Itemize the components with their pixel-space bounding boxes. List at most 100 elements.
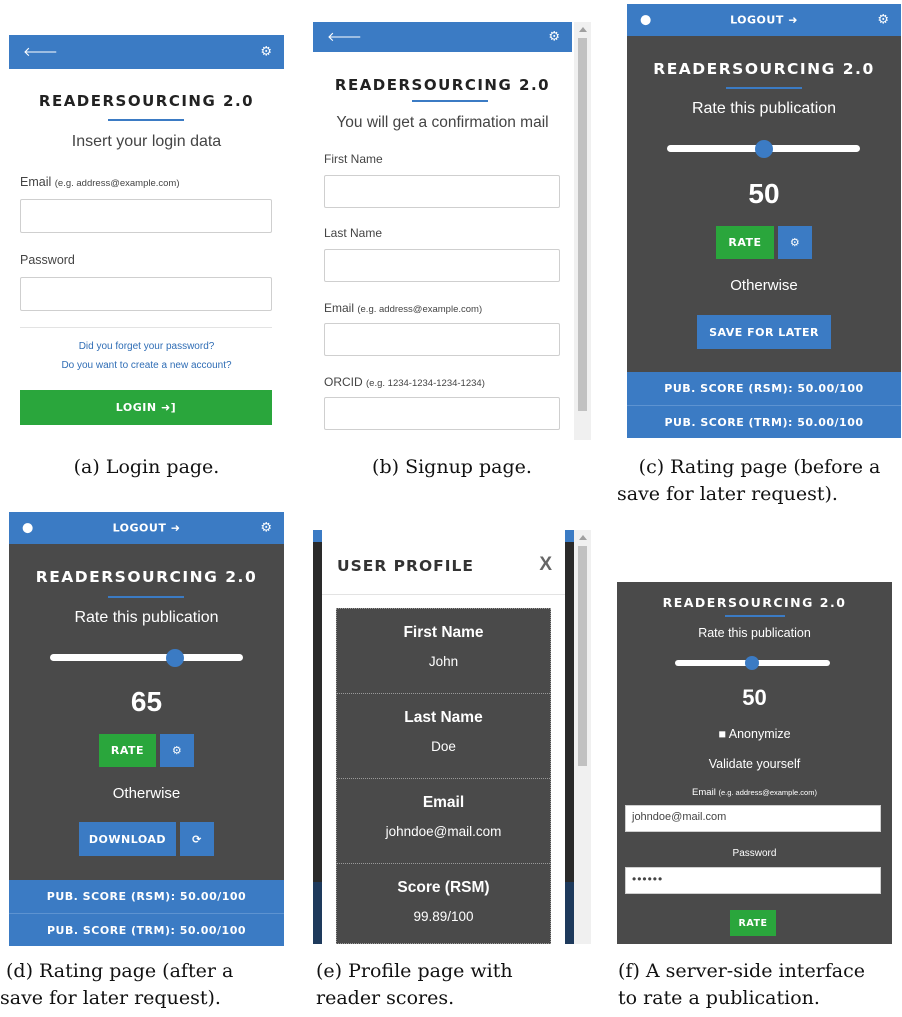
rating-slider-handle[interactable]	[755, 140, 773, 158]
divider	[20, 327, 272, 328]
signup-panel: 🡐 ⚙ READERSOURCING 2.0 You will get a co…	[313, 22, 591, 440]
profile-row-email: Email johndoe@mail.com	[337, 779, 550, 864]
refresh-icon: ⟳	[192, 832, 202, 846]
first-name-input[interactable]	[324, 175, 560, 208]
scroll-up-arrow[interactable]	[579, 27, 587, 32]
rate-button[interactable]: RATE	[716, 226, 774, 259]
score-rsm: PUB. SCORE (RSM): 50.00/100	[627, 372, 901, 405]
rating-topbar: ● LOGOUT ➜ ⚙	[627, 4, 901, 36]
validate-text: Validate yourself	[708, 757, 801, 771]
brand-title: READERSOURCING 2.0	[662, 595, 847, 610]
rating-value: 65	[130, 686, 163, 717]
brand-title: READERSOURCING 2.0	[38, 92, 255, 110]
caption-e: (e) Profile page with reader scores.	[316, 960, 513, 1009]
rate-settings-button[interactable]: ⚙	[160, 734, 194, 767]
otherwise-text: Otherwise	[730, 277, 798, 294]
rating-topbar: ● LOGOUT ➜ ⚙	[9, 512, 284, 544]
rating-slider-handle[interactable]	[166, 649, 184, 667]
last-name-label: Last Name	[324, 226, 383, 240]
login-topbar: 🡐 ⚙	[9, 35, 284, 69]
orcid-input[interactable]	[324, 397, 560, 430]
orcid-label: ORCID (e.g. 1234-1234-1234-1234)	[324, 375, 485, 389]
save-for-later-button[interactable]: SAVE FOR LATER	[697, 315, 831, 349]
email-input[interactable]	[324, 323, 560, 356]
email-label: Email (e.g. address@example.com)	[324, 301, 483, 315]
profile-row-last-name: Last Name Doe	[337, 694, 550, 779]
anonymize-option[interactable]: ■ Anonymize	[617, 727, 892, 741]
signup-subtitle: You will get a confirmation mail	[336, 114, 549, 131]
rate-settings-button[interactable]: ⚙	[778, 226, 812, 259]
rating-value: 50	[742, 685, 767, 710]
caption-d: (d) Rating page (after a save for later …	[0, 960, 234, 1009]
caption-c: (c) Rating page (before a save for later…	[617, 456, 881, 505]
password-label: Password	[732, 848, 777, 859]
rate-button[interactable]: RATE	[730, 910, 776, 936]
login-button[interactable]: LOGIN ➜]	[20, 390, 272, 425]
checkbox-icon[interactable]: ■	[718, 727, 726, 741]
profile-row-first-name: First Name John	[337, 609, 550, 694]
scroll-thumb[interactable]	[578, 38, 587, 411]
rating-after-panel: ● LOGOUT ➜ ⚙ READERSOURCING 2.0 Rate thi…	[9, 512, 284, 946]
brand-underline	[108, 596, 184, 598]
gear-icon[interactable]: ⚙	[260, 45, 272, 60]
brand-underline	[726, 87, 802, 89]
sign-in-icon: ➜]	[160, 401, 177, 414]
profile-title: USER PROFILE	[337, 557, 474, 575]
close-icon[interactable]: X	[539, 554, 552, 576]
signup-topbar: 🡐 ⚙	[313, 22, 572, 52]
rating-slider[interactable]	[50, 654, 243, 661]
modal-header-divider	[322, 594, 565, 595]
rate-button[interactable]: RATE	[99, 734, 156, 767]
login-button-label: LOGIN	[115, 401, 157, 414]
gear-icon: ⚙	[171, 744, 183, 757]
server-panel: READERSOURCING 2.0 Rate this publication…	[617, 582, 892, 944]
logout-button[interactable]: LOGOUT ➜	[627, 14, 901, 27]
brand-title: READERSOURCING 2.0	[653, 60, 875, 78]
profile-row-score-rsm: Score (RSM) 99.89/100	[397, 879, 490, 924]
caption-a: (a) Login page.	[73, 456, 220, 478]
forgot-password-link[interactable]: Did you forget your password?	[9, 341, 284, 352]
email-label: Email (e.g. address@example.com)	[20, 175, 180, 189]
password-label: Password	[20, 253, 75, 267]
profile-modal: USER PROFILE X First Name John Last Name…	[322, 530, 565, 944]
gear-icon[interactable]: ⚙	[877, 13, 889, 28]
rate-prompt: Rate this publication	[691, 100, 837, 117]
arrow-left-icon[interactable]: 🡐	[327, 29, 362, 45]
rate-prompt: Rate this publication	[698, 626, 811, 640]
email-label: Email (e.g. address@example.com)	[692, 787, 817, 798]
rating-slider-handle[interactable]	[745, 656, 759, 670]
email-input[interactable]	[20, 199, 272, 233]
logout-button[interactable]: LOGOUT ➜	[9, 522, 284, 535]
score-trm: PUB. SCORE (TRM): 50.00/100	[627, 406, 901, 438]
last-name-input[interactable]	[324, 249, 560, 282]
profile-panel: USER PROFILE X First Name John Last Name…	[313, 530, 591, 944]
refresh-button[interactable]: ⟳	[180, 822, 214, 856]
email-input[interactable]: johndoe@mail.com	[625, 805, 881, 832]
rating-value: 50	[748, 178, 780, 209]
brand-title: READERSOURCING 2.0	[35, 568, 258, 586]
login-panel: 🡐 ⚙ READERSOURCING 2.0 Insert your login…	[9, 35, 284, 433]
score-rsm: PUB. SCORE (RSM): 50.00/100	[9, 880, 284, 913]
login-subtitle: Insert your login data	[71, 133, 222, 150]
signup-scrollbar[interactable]	[574, 22, 591, 440]
arrow-left-icon[interactable]: 🡐	[23, 44, 58, 60]
sign-out-icon: ➜	[788, 13, 798, 27]
brand-title: READERSOURCING 2.0	[334, 76, 551, 94]
rate-prompt: Rate this publication	[74, 609, 219, 626]
brand-underline	[108, 119, 184, 121]
scroll-thumb[interactable]	[578, 546, 587, 766]
create-account-link[interactable]: Do you want to create a new account?	[9, 360, 284, 371]
gear-icon[interactable]: ⚙	[548, 30, 560, 45]
password-input[interactable]	[20, 277, 272, 311]
gear-icon[interactable]: ⚙	[260, 521, 272, 536]
download-button[interactable]: DOWNLOAD	[79, 822, 176, 856]
scroll-up-arrow[interactable]	[579, 535, 587, 540]
otherwise-text: Otherwise	[112, 785, 181, 802]
brand-underline	[412, 100, 488, 102]
password-input[interactable]: ••••••	[625, 867, 881, 894]
gear-icon: ⚙	[789, 236, 801, 249]
rating-before-panel: ● LOGOUT ➜ ⚙ READERSOURCING 2.0 Rate thi…	[627, 4, 901, 438]
caption-f: (f) A server-side interface to rate a pu…	[618, 960, 866, 1009]
profile-card: First Name John Last Name Doe Email john…	[336, 608, 551, 944]
profile-scrollbar[interactable]	[574, 530, 591, 944]
